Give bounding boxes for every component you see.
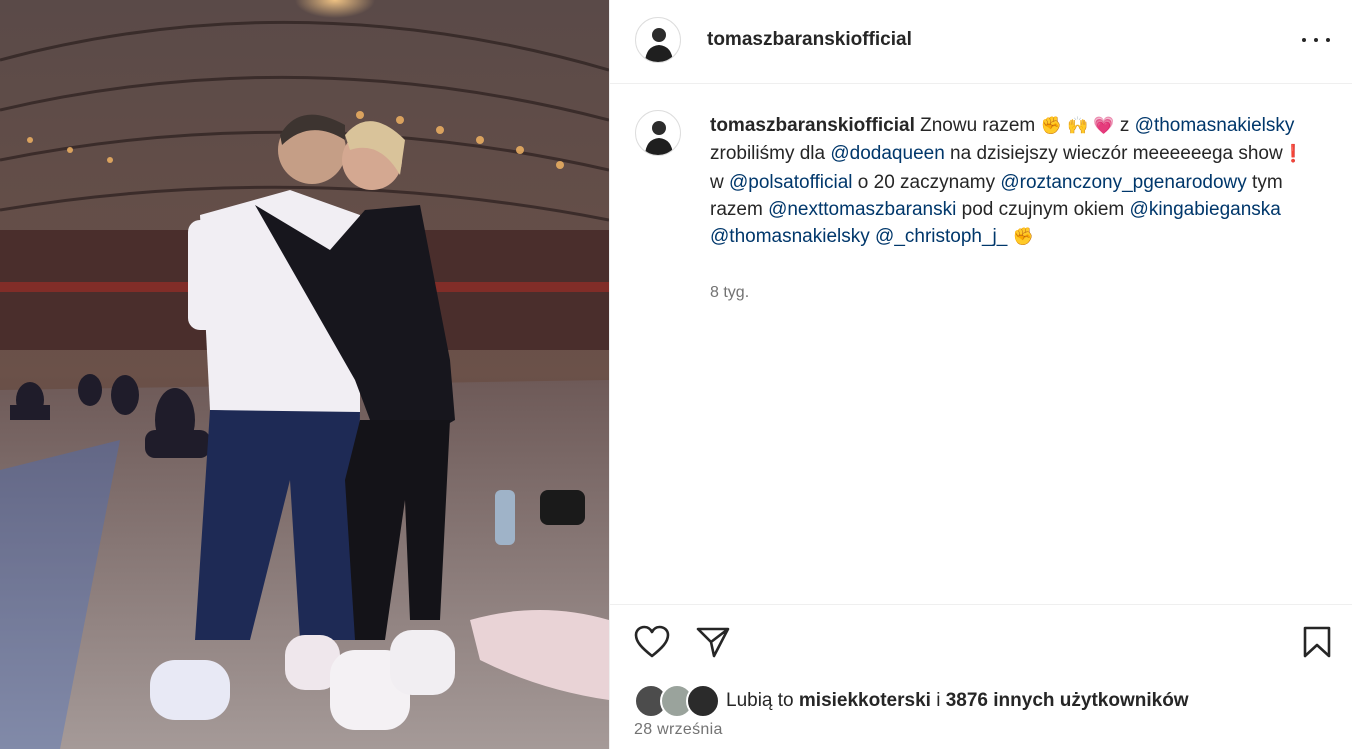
author-avatar[interactable] [635, 17, 681, 63]
caption-text: o 20 zaczynamy [857, 171, 996, 193]
mention-link[interactable]: @nexttomaszbaranski [768, 199, 956, 220]
caption-text: w [710, 171, 724, 193]
exclamation-emoji: ❗ [1282, 144, 1304, 165]
save-bookmark-icon[interactable] [1302, 625, 1332, 664]
likes-mid: i [936, 690, 941, 711]
caption-text: zrobiliśmy dla [710, 143, 826, 165]
caption-text: na dzisiejszy wieczór meeeeeega show [950, 143, 1283, 165]
caption-time-ago[interactable]: 8 tyg. [710, 284, 749, 302]
likes-summary: Lubią to misiekkoterski i 3876 innych uż… [634, 684, 1189, 718]
stadium-photo-illustration [0, 0, 609, 749]
liker-avatar[interactable] [686, 684, 720, 718]
mention-link[interactable]: @_christoph_j_ [875, 226, 1007, 247]
mention-link[interactable]: @polsatofficial [729, 172, 853, 193]
avatar-image [645, 121, 673, 155]
mention-link[interactable]: @dodaqueen [830, 143, 944, 164]
avatar-image [645, 28, 673, 62]
post-caption: tomaszbaranskiofficial Znowu razem ✊ 🙌 💗… [710, 112, 1310, 251]
caption-text: pod czujnym okiem [961, 198, 1125, 220]
caption-username[interactable]: tomaszbaranskiofficial [710, 115, 915, 136]
liker-username[interactable]: misiekkoterski [799, 690, 931, 711]
post-photo[interactable] [0, 0, 609, 749]
heart-emoji: 💗 [1093, 116, 1115, 136]
more-options-icon[interactable] [1302, 28, 1330, 52]
mention-link[interactable]: @kingabieganska [1130, 199, 1281, 220]
raised-fist-emoji: ✊ [1040, 116, 1062, 136]
post-details-panel: tomaszbaranskiofficial tomaszbaranskioff… [609, 0, 1352, 749]
author-username[interactable]: tomaszbaranskiofficial [707, 29, 912, 51]
caption-section: tomaszbaranskiofficial Znowu razem ✊ 🙌 💗… [610, 84, 1352, 604]
like-heart-icon[interactable] [634, 625, 670, 664]
likes-text: Lubią to misiekkoterski i 3876 innych uż… [726, 690, 1189, 712]
caption-text: z [1119, 115, 1130, 136]
mention-link[interactable]: @thomasnakielsky [710, 226, 870, 247]
post-date[interactable]: 28 września [634, 721, 723, 739]
caption-author-avatar[interactable] [635, 110, 681, 156]
likes-prefix: Lubią to [726, 690, 794, 711]
raised-fist-emoji: ✊ [1012, 227, 1034, 248]
share-paper-plane-icon[interactable] [695, 625, 731, 664]
likes-count[interactable]: 3876 innych użytkowników [946, 690, 1189, 711]
raising-hands-emoji: 🙌 [1066, 116, 1089, 136]
caption-text: Znowu razem [920, 115, 1036, 136]
post-actions: Lubią to misiekkoterski i 3876 innych uż… [610, 604, 1352, 749]
post-header: tomaszbaranskiofficial [610, 0, 1352, 84]
mention-link[interactable]: @thomasnakielsky [1135, 115, 1295, 136]
mention-link[interactable]: @roztanczony_pgenarodowy [1000, 172, 1246, 193]
